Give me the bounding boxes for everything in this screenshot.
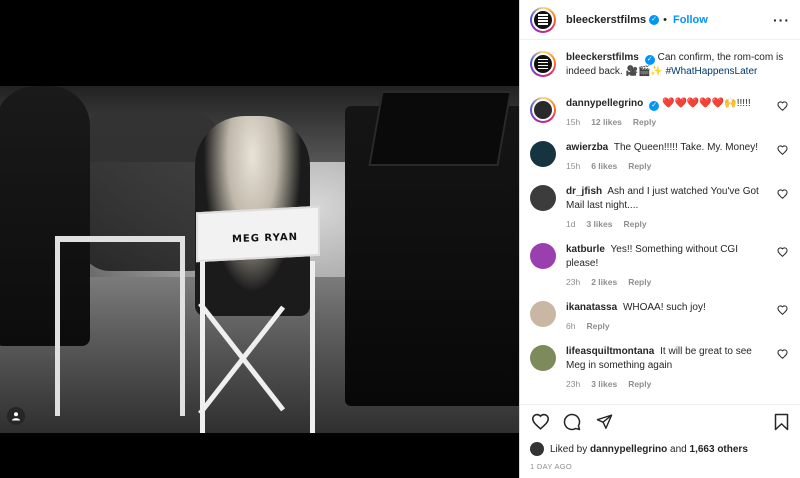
comment-likes[interactable]: 3 likes xyxy=(591,377,617,391)
comment-avatar[interactable] xyxy=(530,97,556,123)
comment-meta: 6h Reply xyxy=(566,319,771,333)
reply-button[interactable]: Reply xyxy=(628,275,651,289)
verified-icon: ✓ xyxy=(649,14,660,25)
author-username[interactable]: bleeckerstfilms xyxy=(566,14,646,26)
photo-monitor-hood xyxy=(368,91,512,166)
caption-avatar[interactable] xyxy=(530,51,556,77)
comment-time[interactable]: 6h xyxy=(566,319,575,333)
post-sidebar: bleeckerstfilms ✓ • Follow ··· bleeckers… xyxy=(519,0,800,478)
comment-username[interactable]: lifeasquiltmontana xyxy=(566,346,654,357)
reply-button[interactable]: Reply xyxy=(623,217,646,231)
comment-meta: 23h 2 likes Reply xyxy=(566,275,771,289)
comment-item: ikanatassa WHOAA! such joy! 6h Reply xyxy=(530,301,791,333)
comment-meta: 15h 6 likes Reply xyxy=(566,159,771,173)
comment-meta: 15h 12 likes Reply xyxy=(566,115,771,129)
comment-avatar[interactable] xyxy=(530,345,556,371)
verified-icon: ✓ xyxy=(649,101,660,111)
comment-avatar[interactable] xyxy=(530,301,556,327)
caption-username[interactable]: bleeckerstfilms xyxy=(566,52,639,63)
comment-item: dr_jfish Ash and I just watched You've G… xyxy=(530,185,791,231)
comment-meta: 1d 3 likes Reply xyxy=(566,217,771,231)
likes-summary: Liked by dannypellegrino and 1,663 other… xyxy=(530,442,748,456)
comment-likes[interactable]: 2 likes xyxy=(591,275,617,289)
comment-item: awierzba The Queen!!!!! Take. My. Money!… xyxy=(530,141,791,173)
comment-time[interactable]: 15h xyxy=(566,159,580,173)
comment-time[interactable]: 23h xyxy=(566,377,580,391)
heart-icon[interactable] xyxy=(777,305,791,315)
comment-meta: 23h 3 likes Reply xyxy=(566,377,771,391)
likes-user[interactable]: dannypellegrino xyxy=(590,444,667,455)
post-photo[interactable]: MEG RYAN xyxy=(0,86,519,433)
post-media: MEG RYAN xyxy=(0,0,519,478)
liker-avatar[interactable] xyxy=(530,442,544,456)
action-bar xyxy=(520,404,800,434)
comment-avatar[interactable] xyxy=(530,185,556,211)
photo-director-chair-frame xyxy=(200,261,315,433)
comment-username[interactable]: awierzba xyxy=(566,142,608,153)
heart-icon[interactable] xyxy=(777,247,791,257)
instagram-post-view: MEG RYAN bleeckerstfilms ✓ • Follow ··· xyxy=(0,0,800,478)
heart-icon[interactable] xyxy=(777,349,791,359)
reply-button[interactable]: Reply xyxy=(586,319,609,333)
comment-text: The Queen!!!!! Take. My. Money! xyxy=(613,142,758,153)
reply-button[interactable]: Reply xyxy=(628,159,651,173)
comment-username[interactable]: katburle xyxy=(566,244,605,255)
reply-button[interactable]: Reply xyxy=(633,115,656,129)
likes-and: and xyxy=(670,443,687,455)
caption-hashtag[interactable]: #WhatHappensLater xyxy=(666,66,758,77)
comment-time[interactable]: 1d xyxy=(566,217,575,231)
heart-icon[interactable] xyxy=(777,101,791,111)
separator-dot: • xyxy=(663,13,667,26)
author-avatar[interactable] xyxy=(530,6,556,33)
comments-list[interactable]: bleeckerstfilms ✓ Can confirm, the rom-co… xyxy=(520,41,800,398)
heart-icon[interactable] xyxy=(777,189,791,199)
comment-item: katburle Yes!! Something without CGI ple… xyxy=(530,243,791,289)
comment-text: WHOAA! such joy! xyxy=(622,302,706,313)
reply-button[interactable]: Reply xyxy=(628,377,651,391)
comment-likes[interactable]: 3 likes xyxy=(586,217,612,231)
comment-text: ❤️❤️❤️❤️❤️🙌!!!!! xyxy=(662,98,751,109)
comment-username[interactable]: dannypellegrino xyxy=(566,98,643,109)
comment-avatar[interactable] xyxy=(530,243,556,269)
comment-username[interactable]: ikanatassa xyxy=(566,302,617,313)
follow-button[interactable]: Follow xyxy=(673,14,708,26)
comment-username[interactable]: dr_jfish xyxy=(566,186,602,197)
heart-icon[interactable] xyxy=(777,145,791,155)
post-timestamp[interactable]: 1 DAY AGO xyxy=(530,462,572,471)
verified-icon: ✓ xyxy=(644,55,655,65)
post-caption: bleeckerstfilms ✓ Can confirm, the rom-co… xyxy=(530,51,791,79)
photo-empty-chair xyxy=(55,236,185,416)
comment-likes[interactable]: 12 likes xyxy=(591,115,622,129)
save-icon[interactable] xyxy=(771,412,791,432)
comment-time[interactable]: 15h xyxy=(566,115,580,129)
comment-item: lifeasquiltmontana It will be great to s… xyxy=(530,345,791,391)
comment-likes[interactable]: 6 likes xyxy=(591,159,617,173)
user-tag-icon[interactable] xyxy=(7,407,25,425)
likes-others[interactable]: 1,663 others xyxy=(690,444,748,455)
comment-item: dannypellegrino ✓ ❤️❤️❤️❤️❤️🙌!!!!! 15h 12… xyxy=(530,97,791,129)
more-icon[interactable]: ··· xyxy=(773,12,790,28)
heart-icon[interactable] xyxy=(530,412,550,432)
share-icon[interactable] xyxy=(594,412,614,432)
chair-name-text: MEG RYAN xyxy=(231,231,299,246)
post-header: bleeckerstfilms ✓ • Follow ··· xyxy=(520,0,800,40)
likes-prefix: Liked by xyxy=(550,443,588,455)
comment-time[interactable]: 23h xyxy=(566,275,580,289)
comment-icon[interactable] xyxy=(562,412,582,432)
comment-avatar[interactable] xyxy=(530,141,556,167)
